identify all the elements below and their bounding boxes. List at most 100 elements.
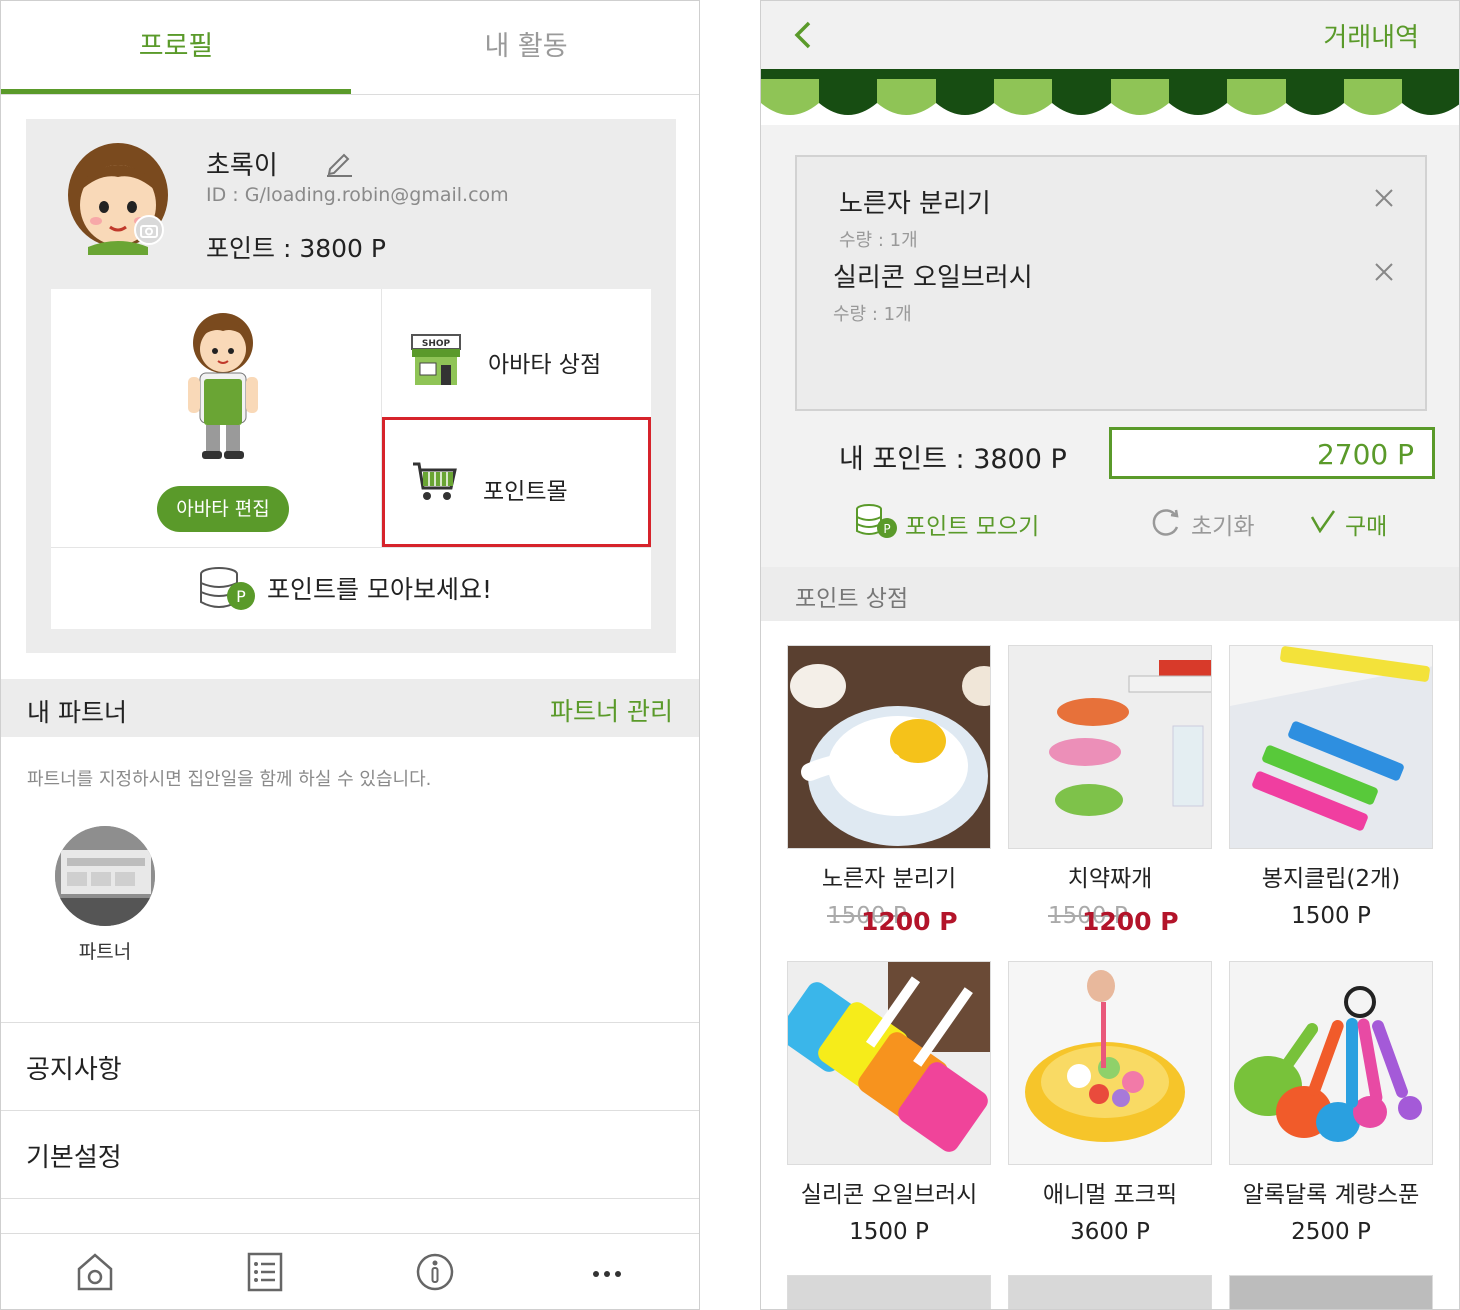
reset-label: 초기화 [1191, 514, 1255, 540]
shopping-cart-icon [413, 462, 457, 500]
points-balance: 포인트 : 3800 P [206, 234, 386, 263]
avatar-shop-label: 아바타 상점 [488, 352, 602, 378]
store-title: 포인트 상점 [795, 586, 909, 612]
nav-home[interactable] [7, 1234, 182, 1309]
list-icon [247, 1252, 282, 1292]
product-card[interactable]: 알록달록 계량스푼 2500 P [1229, 961, 1433, 1261]
nickname: 초록이 [206, 151, 278, 181]
tab-bar: 프로필 내 활동 [1, 1, 699, 95]
product-sale-price: 1200 P [861, 907, 958, 936]
product-name: 치약짜개 [1067, 866, 1153, 892]
home-icon [77, 1253, 112, 1291]
camera-icon[interactable] [134, 215, 164, 245]
avatar-preview-cell: 아바타 편집 [51, 289, 381, 547]
profile-card: 초록이 ID : G/loading.robin@gmail.com 포인트 :… [26, 119, 676, 653]
settings-menu-item[interactable]: 기본설정 [1, 1110, 699, 1198]
tab-my-activity[interactable]: 내 활동 [351, 1, 699, 95]
user-id: ID : G/loading.robin@gmail.com [206, 184, 509, 206]
product-price: 3600 P [1070, 1219, 1150, 1245]
product-image[interactable] [1229, 645, 1433, 849]
coin-stack-icon: P [200, 567, 255, 610]
tab-profile[interactable]: 프로필 [1, 1, 351, 95]
product-image[interactable] [1229, 1275, 1433, 1309]
purchase-total: 2700 P [1316, 438, 1414, 471]
cart-item: 실리콘 오일브러시 수량 : 1개 [833, 257, 1393, 326]
store-section-header: 포인트 상점 [761, 567, 1459, 621]
cart-item-name: 노른자 분리기 [839, 189, 991, 219]
shop-icon: SHOP [411, 334, 461, 385]
product-card[interactable]: 실리콘 오일브러시 1500 P [787, 961, 991, 1261]
cart-box: 노른자 분리기 수량 : 1개 실리콘 오일브러시 수량 : 1개 [795, 155, 1427, 411]
partner-section-header: 내 파트너 파트너 관리 [1, 679, 699, 737]
coin-badge-text: P [883, 522, 890, 536]
product-image[interactable] [787, 1275, 991, 1309]
more-icon [592, 1271, 621, 1277]
product-image[interactable] [787, 645, 991, 849]
cart-area: 노른자 분리기 수량 : 1개 실리콘 오일브러시 수량 : 1개 내 포인트 … [761, 125, 1459, 575]
product-price: 1500 P [849, 1219, 929, 1245]
product-card[interactable]: 봉지클립(2개) 1500 P [1229, 645, 1433, 945]
point-mall-screen: 거래내역 노른자 분리기 수량 : 1개 실리콘 오일브러시 수량: 1개 내… [760, 0, 1460, 1310]
refresh-icon [1152, 509, 1179, 536]
notice-menu-item[interactable]: 공지사항 [1, 1022, 699, 1110]
partner-title: 내 파트너 [27, 698, 127, 727]
product-name: 알록달록 계량스푼 [1242, 1182, 1420, 1208]
partner-avatar[interactable] [55, 826, 155, 926]
remove-item-icon[interactable] [1373, 261, 1395, 283]
top-bar: 거래내역 [761, 1, 1459, 69]
product-image[interactable] [1008, 645, 1212, 849]
nav-info[interactable] [347, 1234, 522, 1309]
profile-screen: 프로필 내 활동 초록이 ID : G/loading.robin@gmail.… [0, 0, 700, 1310]
buy-label: 구매 [1345, 514, 1388, 540]
product-image[interactable] [1008, 1275, 1212, 1309]
coin-stack-icon: P [856, 504, 897, 538]
product-price: 1500 P [1291, 903, 1371, 929]
bottom-navigation [1, 1233, 699, 1309]
settings-label: 기본설정 [26, 1143, 122, 1173]
point-mall-button[interactable]: 포인트몰 [382, 417, 651, 547]
product-name: 노른자 분리기 [821, 866, 957, 892]
product-price: 2500 P [1291, 1219, 1371, 1245]
my-points: 내 포인트 : 3800 P [839, 444, 1067, 475]
partner-description: 파트너를 지정하시면 집안일을 함께 하실 수 있습니다. [27, 769, 432, 790]
shop-sign-text: SHOP [422, 339, 451, 349]
cart-item: 노른자 분리기 수량 : 1개 [839, 183, 1399, 252]
edit-pencil-icon[interactable] [324, 147, 354, 177]
nav-more[interactable] [519, 1234, 694, 1309]
store-awning [761, 69, 1459, 125]
purchase-total-box: 2700 P [1109, 427, 1435, 479]
coin-badge-text: P [236, 587, 246, 606]
product-image[interactable] [1008, 961, 1212, 1165]
product-card[interactable]: 치약짜개 1500 P 1200 P [1008, 645, 1212, 945]
collect-points-banner[interactable]: P 포인트를 모아보세요! [51, 548, 651, 629]
next-menu-item[interactable] [1, 1198, 699, 1234]
product-name: 실리콘 오일브러시 [800, 1182, 978, 1208]
point-mall-label: 포인트몰 [483, 479, 568, 505]
cart-item-quantity: 수량 : 1개 [833, 304, 912, 325]
avatar-edit-button[interactable]: 아바타 편집 [157, 486, 289, 532]
nav-list[interactable] [177, 1234, 352, 1309]
remove-item-icon[interactable] [1373, 187, 1395, 209]
active-tab-indicator [1, 89, 351, 94]
product-card[interactable]: 노른자 분리기 1500 P 1200 P [787, 645, 991, 945]
notice-label: 공지사항 [26, 1055, 122, 1085]
product-image[interactable] [1229, 961, 1433, 1165]
cart-item-quantity: 수량 : 1개 [839, 230, 918, 251]
collect-points-label: 포인트 모으기 [905, 514, 1040, 540]
collect-points-label: 포인트를 모아보세요! [267, 575, 492, 604]
partner-manage-link[interactable]: 파트너 관리 [550, 692, 673, 728]
info-icon [416, 1253, 453, 1291]
avatar-shop-button[interactable]: SHOP 아바타 상점 [382, 289, 651, 417]
product-name: 봉지클립(2개) [1261, 866, 1401, 892]
back-chevron-icon[interactable] [791, 19, 815, 51]
avatar-full-body [188, 313, 258, 459]
checkmark-icon [1310, 510, 1336, 533]
partner-name: 파트너 [78, 941, 132, 963]
product-name: 애니멀 포크픽 [1042, 1182, 1178, 1208]
menu-grid: 아바타 편집 SHOP 아바타 상점 포인트몰 P 포인트를 모아보세요! [51, 289, 651, 629]
transaction-history-link[interactable]: 거래내역 [1323, 17, 1419, 54]
cart-item-name: 실리콘 오일브러시 [833, 263, 1033, 293]
product-image[interactable] [787, 961, 991, 1165]
product-card[interactable]: 애니멀 포크픽 3600 P [1008, 961, 1212, 1261]
product-sale-price: 1200 P [1082, 907, 1179, 936]
